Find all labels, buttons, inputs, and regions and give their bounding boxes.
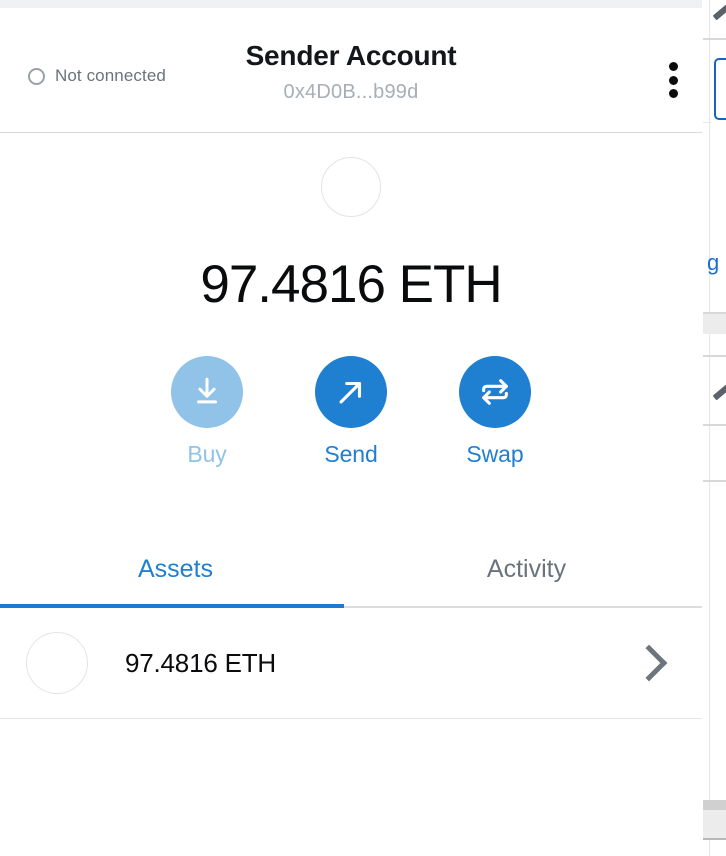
tab-activity[interactable]: Activity bbox=[351, 537, 702, 606]
download-arrow-icon bbox=[171, 356, 243, 428]
kebab-dot bbox=[668, 75, 678, 85]
swap-label: Swap bbox=[466, 441, 524, 467]
arrow-up-right-icon bbox=[315, 356, 387, 428]
background-divider-7 bbox=[703, 838, 726, 840]
account-name: Sender Account bbox=[245, 40, 457, 71]
buy-label: Buy bbox=[187, 441, 227, 467]
tab-active-underline bbox=[0, 604, 344, 608]
account-block: Sender Account 0x4D0B...b99d bbox=[0, 40, 702, 104]
balance-area: 97.4816 ETH bbox=[0, 133, 702, 311]
kebab-dot bbox=[668, 62, 678, 71]
background-divider-6 bbox=[703, 480, 726, 482]
token-placeholder-icon bbox=[26, 632, 88, 694]
background-block-1 bbox=[703, 312, 726, 334]
asset-list: 97.4816 ETH bbox=[0, 608, 702, 719]
background-divider-2 bbox=[703, 122, 711, 123]
top-strip bbox=[0, 0, 702, 8]
background-focused-input[interactable] bbox=[714, 58, 726, 120]
token-placeholder-icon bbox=[321, 157, 381, 217]
background-chevron-icon-bottom bbox=[712, 381, 726, 401]
background-divider-5 bbox=[703, 424, 726, 426]
account-address[interactable]: 0x4D0B...b99d bbox=[0, 81, 702, 104]
background-chevron-icon-top bbox=[712, 1, 726, 21]
background-block-2 bbox=[703, 800, 726, 810]
swap-arrows-icon bbox=[459, 356, 531, 428]
kebab-menu-icon[interactable] bbox=[662, 60, 684, 100]
send-label: Send bbox=[324, 441, 378, 467]
wallet-header: Not connected Sender Account 0x4D0B...b9… bbox=[0, 8, 702, 133]
background-divider-3 bbox=[703, 312, 726, 314]
background-vertical-rule bbox=[709, 0, 710, 856]
tab-assets[interactable]: Assets bbox=[0, 537, 351, 606]
list-divider bbox=[0, 718, 702, 719]
send-button[interactable]: Send bbox=[315, 356, 387, 468]
action-buttons: Buy Send Swap bbox=[0, 356, 702, 468]
asset-amount: 97.4816 ETH bbox=[125, 647, 277, 678]
background-link[interactable]: g bbox=[707, 250, 719, 276]
background-divider-1 bbox=[703, 38, 726, 40]
background-block-3 bbox=[703, 810, 726, 838]
background-divider-4 bbox=[703, 355, 726, 357]
wallet-tabs: Assets Activity bbox=[0, 537, 702, 608]
balance-amount: 97.4816 ETH bbox=[200, 255, 502, 314]
wallet-popup: Not connected Sender Account 0x4D0B...b9… bbox=[0, 8, 702, 856]
kebab-dot bbox=[668, 89, 678, 98]
swap-button[interactable]: Swap bbox=[459, 356, 531, 468]
chevron-right-icon[interactable] bbox=[630, 644, 668, 682]
screen: g Not connected Sender Account 0x4D0B...… bbox=[0, 0, 726, 856]
buy-button[interactable]: Buy bbox=[171, 356, 243, 468]
list-item[interactable]: 97.4816 ETH bbox=[0, 608, 702, 718]
